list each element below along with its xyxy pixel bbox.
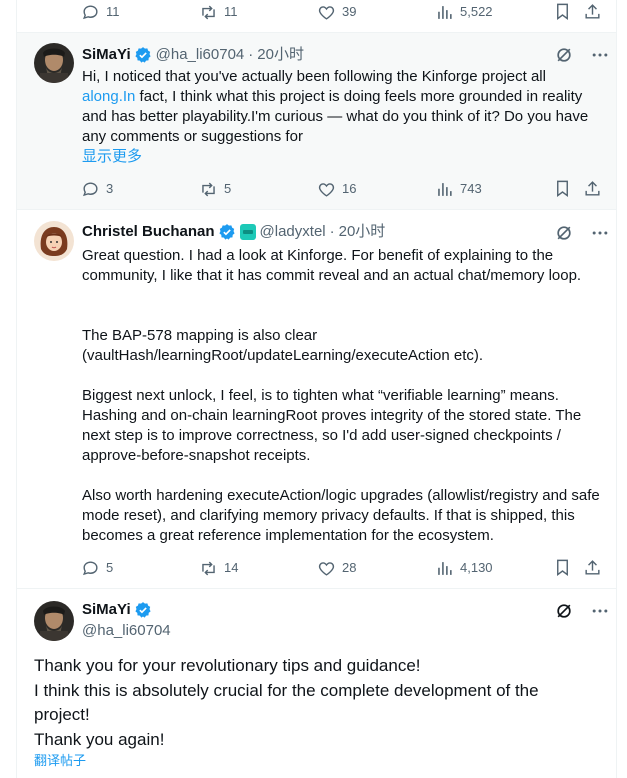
like-count: 39 <box>342 4 357 19</box>
bookmark-icon <box>557 3 568 21</box>
share-icon <box>585 4 600 19</box>
display-name[interactable]: SiMaYi <box>82 45 131 65</box>
share-icon <box>585 181 600 196</box>
views-count: 5,522 <box>460 4 493 19</box>
views-button[interactable]: 743 <box>435 179 482 199</box>
avatar-image <box>34 601 74 641</box>
verified-badge-icon <box>134 601 152 619</box>
repost-icon <box>202 5 215 19</box>
bookmark-icon <box>557 180 568 198</box>
repost-button[interactable]: 14 <box>199 558 238 578</box>
tweet-header: Christel Buchanan @ladyxtel · 20小时 <box>82 222 385 242</box>
display-name[interactable]: SiMaYi <box>82 600 131 620</box>
share-button[interactable] <box>583 2 602 21</box>
timestamp[interactable]: 20小时 <box>339 222 386 242</box>
share-button[interactable] <box>583 558 602 577</box>
user-handle[interactable]: @ha_li60704 <box>82 621 171 641</box>
tweet-paragraph-1: Great question. I had a look at Kinforge… <box>82 247 582 284</box>
heart-icon <box>318 182 335 197</box>
focused-tweet-simayi[interactable]: SiMaYi @ha_li60704 Thank you for your re… <box>17 590 616 778</box>
views-count: 4,130 <box>460 560 493 575</box>
reply-button[interactable]: 3 <box>81 179 113 199</box>
repost-count: 5 <box>224 181 232 196</box>
translate-post-link[interactable]: 翻译帖子 <box>34 752 86 770</box>
display-name[interactable]: Christel Buchanan <box>82 222 215 242</box>
share-button[interactable] <box>583 179 602 198</box>
views-button[interactable]: 5,522 <box>435 2 493 22</box>
avatar-image <box>34 43 74 83</box>
bookmark-button[interactable] <box>553 2 572 21</box>
reply-tweet-simayi[interactable]: SiMaYi @ha_li60704 · 20小时 Hi, I noticed … <box>17 33 616 210</box>
like-count: 16 <box>342 181 357 196</box>
reply-icon <box>83 4 98 19</box>
like-count: 28 <box>342 560 357 575</box>
tweet-text-part: fact, I think what this project is doing… <box>82 88 589 145</box>
tweet-paragraph-4: Also worth hardening executeAction/logic… <box>82 487 600 544</box>
reply-tweet-christel[interactable]: Christel Buchanan @ladyxtel · 20小时 Great… <box>17 210 616 589</box>
reply-count: 3 <box>106 181 114 196</box>
tweet-text-part: Hi, I noticed that you've actually been … <box>82 68 546 85</box>
tweet-line-3: Thank you again! <box>34 730 165 749</box>
like-button[interactable]: 28 <box>317 558 356 578</box>
repost-count: 14 <box>224 560 239 575</box>
tweet-header: SiMaYi @ha_li60704 · 20小时 <box>82 45 304 65</box>
views-count: 743 <box>460 181 482 196</box>
reply-icon <box>83 181 98 196</box>
bookmark-button[interactable] <box>553 179 572 198</box>
reply-count: 11 <box>106 4 120 19</box>
avatar-image <box>34 221 74 261</box>
reply-button[interactable]: 11 <box>81 2 120 22</box>
heart-icon <box>318 5 335 20</box>
share-icon <box>585 560 600 575</box>
reply-count: 5 <box>106 560 114 575</box>
views-icon <box>438 182 452 196</box>
tweet-line-2: I think this is absolutely crucial for t… <box>34 681 539 724</box>
repost-icon <box>202 561 215 575</box>
repost-icon <box>202 182 215 196</box>
show-more-link[interactable]: 显示更多 <box>82 147 142 167</box>
tweet-paragraph-3: Biggest next unlock, I feel, is to tight… <box>82 387 582 464</box>
bookmark-icon <box>557 559 568 577</box>
reply-icon <box>83 560 98 575</box>
tweet-top-icons <box>554 45 610 65</box>
reply-button[interactable]: 5 <box>81 558 113 578</box>
user-handle[interactable]: @ladyxtel <box>260 222 326 242</box>
separator-dot: · <box>329 223 335 240</box>
tweet-text: Hi, I noticed that you've actually been … <box>82 67 602 147</box>
tweet-line-1: Thank you for your revolutionary tips an… <box>34 656 421 675</box>
separator-dot: · <box>248 46 254 63</box>
previous-tweet-actions: 11 11 39 5,522 <box>17 0 616 33</box>
verified-badge-icon <box>134 46 152 64</box>
bookmark-button[interactable] <box>553 558 572 577</box>
tweet-paragraph-2: The BAP-578 mapping is also clear (vault… <box>82 327 484 364</box>
tweet-top-icons <box>554 601 610 621</box>
avatar[interactable] <box>34 221 74 261</box>
repost-button[interactable]: 11 <box>199 2 238 22</box>
heart-icon <box>318 561 335 576</box>
verified-badge-icon <box>218 223 236 241</box>
more-options-icon[interactable] <box>590 45 610 65</box>
views-icon <box>438 561 452 575</box>
timestamp[interactable]: 20小时 <box>257 45 304 65</box>
user-handle[interactable]: @ha_li60704 <box>156 45 245 65</box>
grok-icon[interactable] <box>554 601 574 621</box>
grok-icon[interactable] <box>554 223 574 243</box>
more-options-icon[interactable] <box>590 601 610 621</box>
tweet-header: SiMaYi <box>82 600 156 620</box>
avatar[interactable] <box>34 601 74 641</box>
repost-count: 11 <box>224 4 238 19</box>
more-options-icon[interactable] <box>590 223 610 243</box>
avatar[interactable] <box>34 43 74 83</box>
tweet-top-icons <box>554 223 610 243</box>
grok-icon[interactable] <box>554 45 574 65</box>
affiliate-badge-icon[interactable] <box>239 224 256 240</box>
repost-button[interactable]: 5 <box>199 179 231 199</box>
views-button[interactable]: 4,130 <box>435 558 493 578</box>
like-button[interactable]: 16 <box>317 179 356 199</box>
tweet-link[interactable]: along.In <box>82 88 135 105</box>
tweet-handle-row: @ha_li60704 <box>82 621 171 641</box>
like-button[interactable]: 39 <box>317 2 356 22</box>
views-icon <box>438 5 452 19</box>
timeline-right-border <box>616 0 617 778</box>
